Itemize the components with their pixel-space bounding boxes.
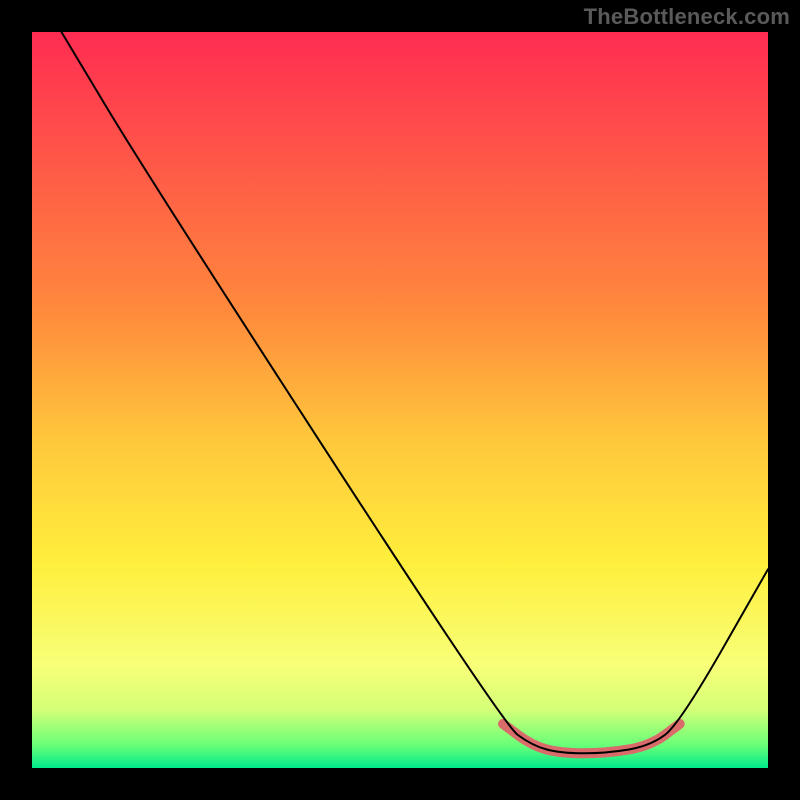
- data-lines: [32, 32, 768, 768]
- chart-container: TheBottleneck.com: [0, 0, 800, 800]
- plot-area: [32, 32, 768, 768]
- optimal-range-highlight: [503, 724, 680, 753]
- plot-frame: [30, 30, 770, 770]
- bottleneck-curve: [61, 32, 768, 753]
- watermark-text: TheBottleneck.com: [584, 4, 790, 30]
